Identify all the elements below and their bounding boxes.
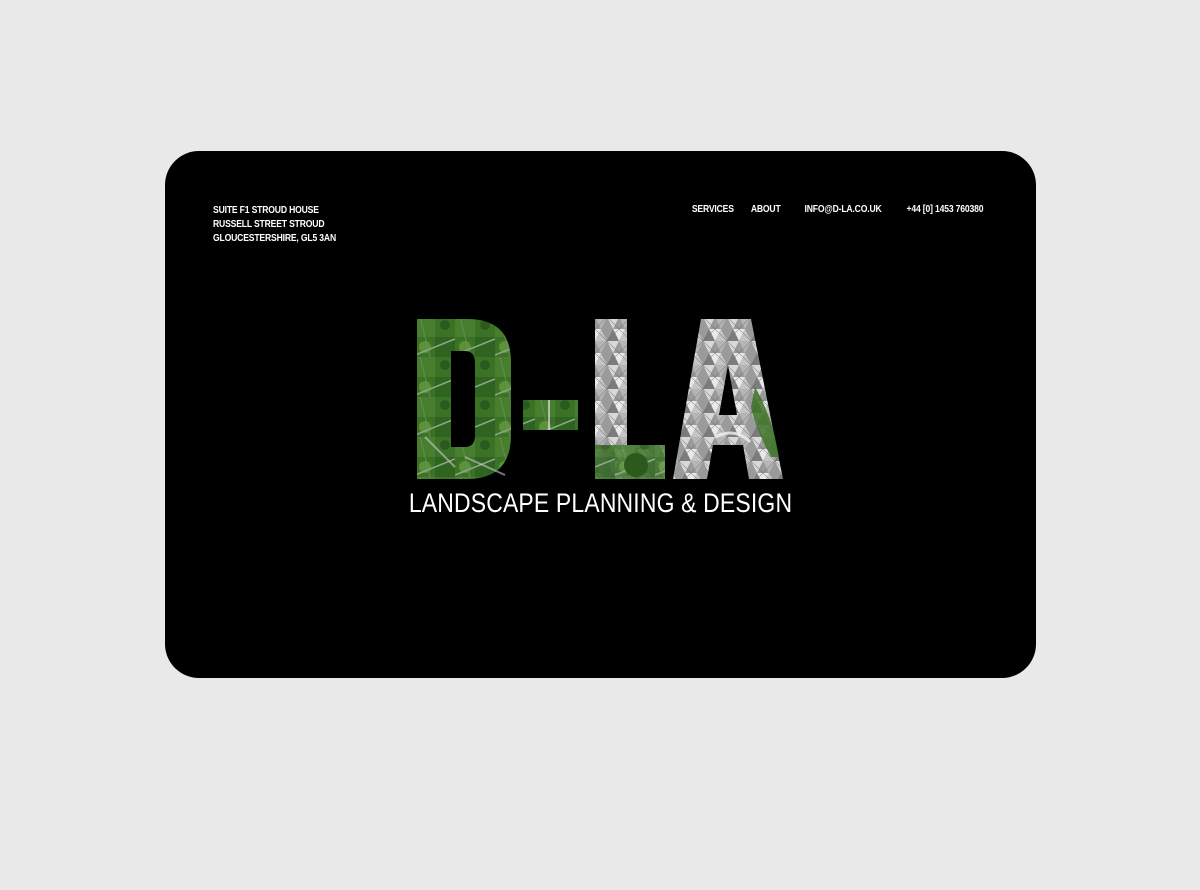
address-line-2: RUSSELL STREET STROUD (213, 219, 325, 230)
website-screen: SUITE F1 STROUD HOUSE RUSSELL STREET STR… (165, 151, 1036, 678)
nav-link-phone[interactable]: +44 [0] 1453 760380 (906, 203, 983, 217)
tagline-text: LANDSCAPE PLANNING & DESIGN (408, 488, 793, 518)
logo-hyphen (523, 400, 578, 430)
nav-link-email[interactable]: INFO@D-LA.CO.UK (805, 203, 882, 217)
logo-letter-l (595, 319, 665, 479)
tagline: LANDSCAPE PLANNING & DESIGN (165, 487, 1036, 519)
top-navigation: SERVICES ABOUT INFO@D-LA.CO.UK +44 [0] 1… (685, 203, 984, 217)
logo-letter-d (417, 319, 511, 479)
page-background: SUITE F1 STROUD HOUSE RUSSELL STREET STR… (0, 0, 1200, 890)
address-line-3: GLOUCESTERSHIRE, GL5 3AN (213, 233, 336, 244)
dla-logo (415, 317, 785, 482)
logo-letter-a (673, 319, 783, 479)
address-block: SUITE F1 STROUD HOUSE RUSSELL STREET STR… (213, 204, 356, 246)
address-line-1: SUITE F1 STROUD HOUSE (213, 205, 319, 216)
nav-link-about[interactable]: ABOUT (750, 203, 780, 217)
nav-link-services[interactable]: SERVICES (692, 203, 734, 217)
